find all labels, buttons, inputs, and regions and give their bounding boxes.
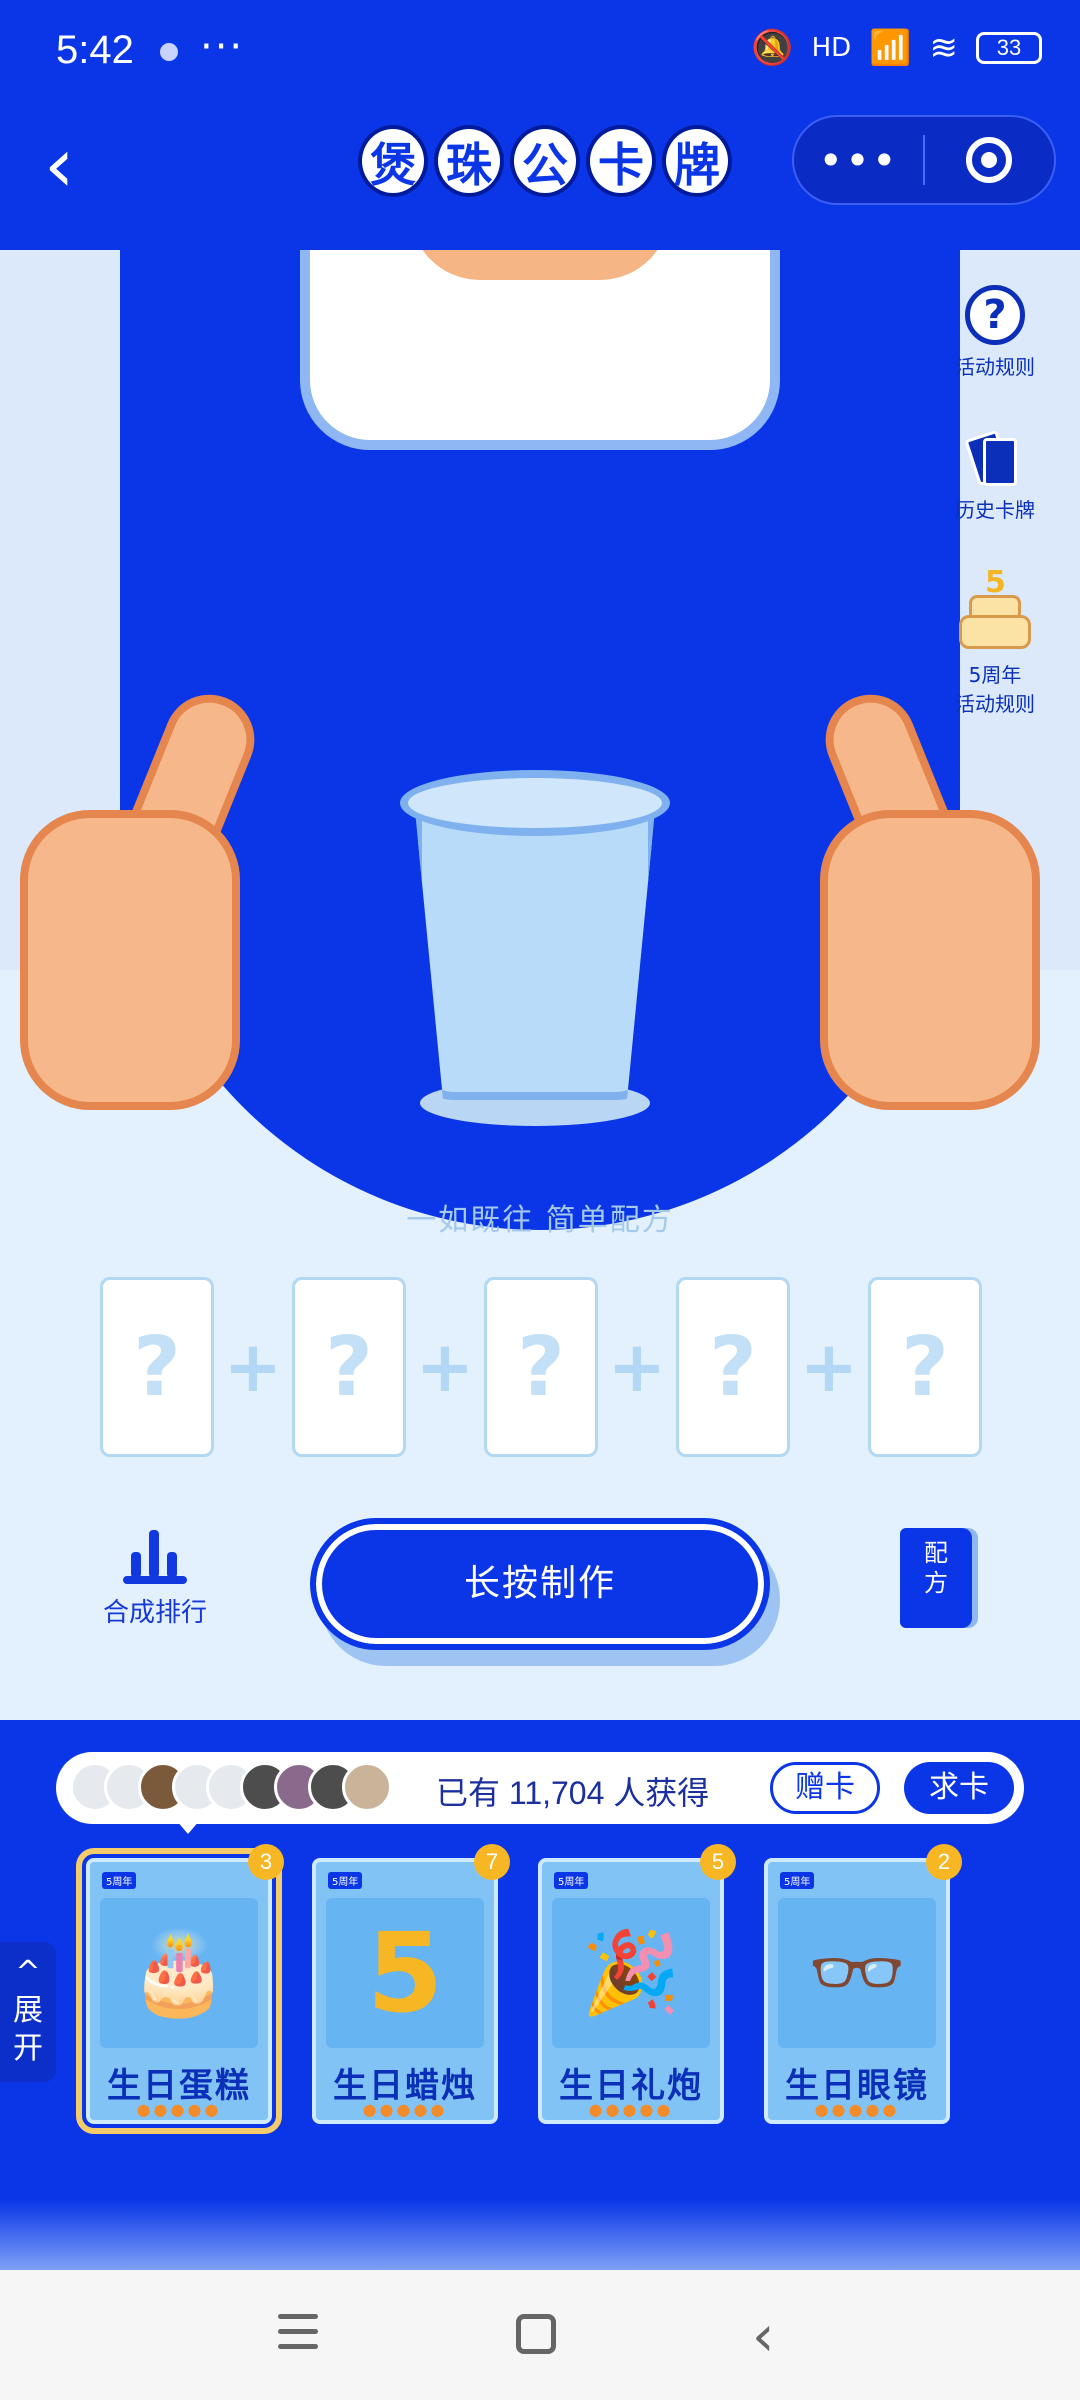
card-list: 5周年 🎂 生日蛋糕 ●●●●● 3 5周年 5 生日蜡烛 ●●●●● 7 5周… bbox=[76, 1844, 962, 2134]
signal-icon: 📶 bbox=[869, 28, 912, 68]
ingredient-slots: ? + ? + ? + ? + ? bbox=[100, 1277, 982, 1457]
home-icon[interactable] bbox=[516, 2314, 556, 2354]
recipe-book-button[interactable]: 配 方 bbox=[900, 1528, 972, 1628]
title-char: 公 bbox=[510, 125, 580, 197]
card-count-badge: 5 bbox=[700, 1844, 736, 1880]
wifi-icon: ≋ bbox=[929, 28, 959, 68]
panel-gradient bbox=[0, 2200, 1080, 2270]
scene-area: 一如既往 简单配方 ? + ? + ? + ? + ? 合成排行 长按制作 配 … bbox=[0, 250, 1080, 1720]
title-char: 卡 bbox=[586, 125, 656, 197]
expand-button[interactable]: ^ 展 开 bbox=[0, 1942, 56, 2082]
anniversary-label-2: 活动规则 bbox=[955, 692, 1035, 716]
miniapp-capsule: ••• bbox=[792, 115, 1056, 205]
glasses-icon: 👓 bbox=[778, 1898, 936, 2048]
history-cards-button[interactable]: 历史卡牌 bbox=[940, 429, 1050, 523]
plus-icon: + bbox=[415, 1326, 475, 1408]
chevron-up-icon: ^ bbox=[15, 1955, 41, 1990]
card-rating: ●●●●● bbox=[588, 2100, 674, 2119]
pointer-icon bbox=[176, 1820, 200, 1834]
status-more: ··· bbox=[200, 24, 245, 70]
recipe-label-1: 配 bbox=[924, 1539, 948, 1567]
card-count-badge: 3 bbox=[248, 1844, 284, 1880]
card-rating: ●●●●● bbox=[362, 2100, 448, 2119]
card-tag: 5周年 bbox=[102, 1872, 137, 1889]
expand-label: 展 bbox=[13, 1993, 43, 2028]
card-count-badge: 7 bbox=[474, 1844, 510, 1880]
synthesis-ranking-button[interactable]: 合成排行 bbox=[90, 1530, 220, 1629]
plus-icon: + bbox=[799, 1326, 859, 1408]
cards-icon bbox=[964, 429, 1025, 488]
expand-label: 开 bbox=[13, 2031, 43, 2066]
target-circle-icon bbox=[966, 137, 1013, 183]
status-time: 5:42 bbox=[56, 28, 134, 72]
recipe-tagline: 一如既往 简单配方 bbox=[406, 1203, 674, 1238]
card-birthday-glasses[interactable]: 5周年 👓 生日眼镜 ●●●●● 2 bbox=[764, 1844, 962, 2124]
acquired-info-bar: 已有 11,704 人获得 赠卡 求卡 bbox=[56, 1752, 1024, 1824]
acquired-count-text: 已有 11,704 人获得 bbox=[436, 1775, 710, 1811]
page-title: 煲 珠 公 卡 牌 bbox=[358, 125, 732, 197]
status-icons: 🔕 HD 📶 ≋ 33 bbox=[751, 28, 1042, 68]
back-nav-icon[interactable]: ‹ bbox=[752, 2304, 774, 2369]
ingredient-slot[interactable]: ? bbox=[100, 1277, 214, 1457]
activity-rules-label: 活动规则 bbox=[955, 355, 1035, 379]
app-header: ‹ 煲 珠 公 卡 牌 ••• bbox=[0, 105, 1080, 250]
ingredient-slot[interactable]: ? bbox=[868, 1277, 982, 1457]
give-card-button[interactable]: 赠卡 bbox=[770, 1762, 880, 1814]
card-panel: 已有 11,704 人获得 赠卡 求卡 ^ 展 开 5周年 🎂 生日蛋糕 ●●●… bbox=[0, 1720, 1080, 2270]
card-birthday-candle[interactable]: 5周年 5 生日蜡烛 ●●●●● 7 bbox=[312, 1844, 510, 2124]
card-rating: ●●●●● bbox=[136, 2100, 222, 2119]
request-card-button[interactable]: 求卡 bbox=[904, 1762, 1014, 1814]
card-tag: 5周年 bbox=[780, 1872, 815, 1889]
candle-icon: 5 bbox=[326, 1898, 484, 2048]
notification-dot-icon bbox=[160, 43, 178, 61]
avatar bbox=[342, 1762, 392, 1812]
card-birthday-popper[interactable]: 5周年 🎉 生日礼炮 ●●●●● 5 bbox=[538, 1844, 736, 2124]
title-char: 牌 bbox=[662, 125, 732, 197]
anniversary-rules-button[interactable]: 5 5周年 活动规则 bbox=[940, 565, 1050, 717]
thumbs-up-left-icon bbox=[0, 681, 290, 1120]
battery-icon: 33 bbox=[976, 32, 1042, 64]
ingredient-slot[interactable]: ? bbox=[292, 1277, 406, 1457]
activity-rules-button[interactable]: ? 活动规则 bbox=[940, 285, 1050, 380]
recipe-label-2: 方 bbox=[924, 1569, 948, 1597]
ingredient-slot[interactable]: ? bbox=[676, 1277, 790, 1457]
plus-icon: + bbox=[607, 1326, 667, 1408]
system-nav-bar: ‹ bbox=[0, 2270, 1080, 2400]
party-popper-icon: 🎉 bbox=[552, 1898, 710, 2048]
anniversary-cake-icon: 5 bbox=[955, 565, 1035, 655]
title-char: 珠 bbox=[434, 125, 504, 197]
ranking-label: 合成排行 bbox=[102, 1598, 207, 1628]
back-arrow-icon[interactable]: ‹ bbox=[44, 125, 104, 205]
avatar-group bbox=[70, 1762, 392, 1814]
plus-icon: + bbox=[223, 1326, 283, 1408]
podium-icon bbox=[123, 1530, 187, 1584]
thumbs-up-right-icon bbox=[790, 681, 1080, 1120]
close-miniapp-button[interactable] bbox=[925, 137, 1054, 183]
ingredient-slot[interactable]: ? bbox=[484, 1277, 598, 1457]
history-cards-label: 历史卡牌 bbox=[955, 498, 1035, 522]
anniversary-label-1: 5周年 bbox=[968, 663, 1022, 687]
card-rating: ●●●●● bbox=[814, 2100, 900, 2119]
more-menu-button[interactable]: ••• bbox=[794, 136, 923, 185]
collar-illustration bbox=[300, 250, 780, 450]
recent-apps-icon[interactable] bbox=[278, 2314, 318, 2354]
water-cup-icon bbox=[400, 770, 670, 1126]
card-tag: 5周年 bbox=[328, 1872, 363, 1889]
status-bar: 5:42 ··· 🔕 HD 📶 ≋ 33 bbox=[0, 0, 1080, 105]
cake-icon: 🎂 bbox=[100, 1898, 258, 2048]
card-birthday-cake[interactable]: 5周年 🎂 生日蛋糕 ●●●●● 3 bbox=[76, 1844, 284, 2134]
card-count-badge: 2 bbox=[926, 1844, 962, 1880]
title-char: 煲 bbox=[358, 125, 428, 197]
question-icon: ? bbox=[965, 285, 1025, 345]
mute-icon: 🔕 bbox=[751, 28, 794, 68]
network-label: HD bbox=[811, 33, 852, 63]
long-press-make-button[interactable]: 长按制作 bbox=[310, 1518, 770, 1650]
card-tag: 5周年 bbox=[554, 1872, 589, 1889]
